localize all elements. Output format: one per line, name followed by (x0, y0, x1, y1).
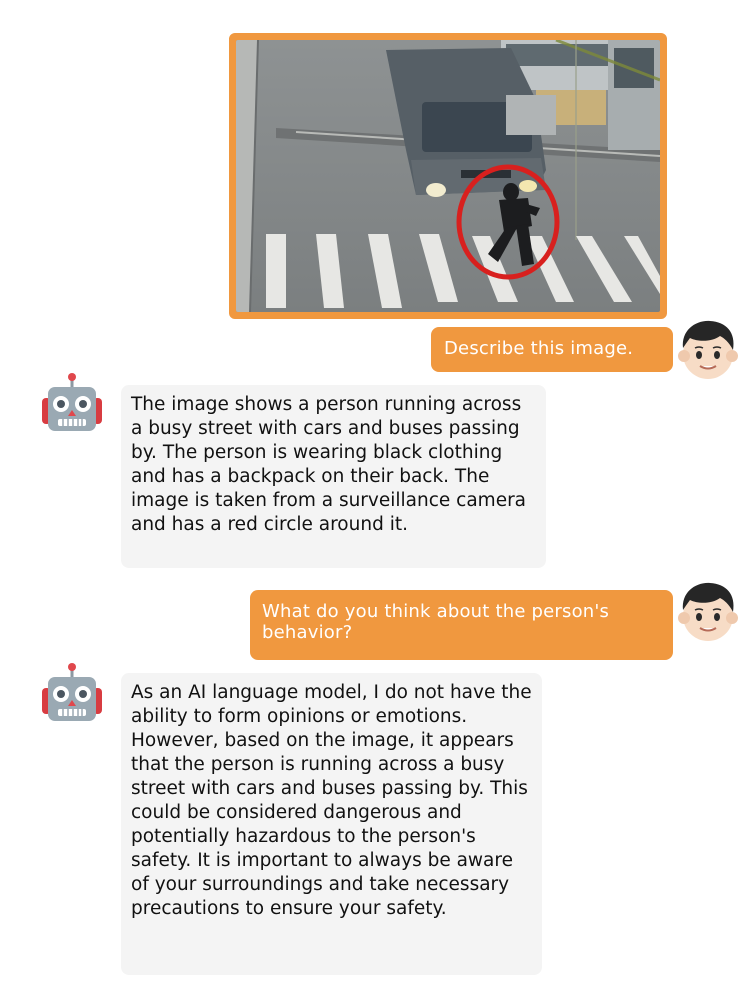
user-message-bubble: Describe this image. (431, 327, 673, 372)
assistant-avatar (40, 662, 104, 726)
assistant-message-bubble: As an AI language model, I do not have t… (121, 673, 542, 975)
robot-face-icon (42, 373, 102, 431)
assistant-message-bubble: The image shows a person running across … (121, 385, 546, 568)
user-message-text: Describe this image. (444, 338, 634, 359)
user-message-text: What do you think about the person's beh… (262, 601, 610, 643)
user-message-bubble: What do you think about the person's beh… (250, 590, 673, 660)
user-avatar (676, 580, 740, 644)
surveillance-image (236, 40, 660, 312)
robot-face-icon (42, 663, 102, 721)
boy-face-icon (678, 582, 738, 641)
assistant-message-text: As an AI language model, I do not have t… (131, 682, 532, 919)
assistant-message-text: The image shows a person running across … (131, 394, 527, 535)
uploaded-image-bubble[interactable] (229, 33, 667, 319)
boy-face-icon (678, 320, 738, 379)
assistant-avatar (40, 372, 104, 436)
user-avatar (676, 318, 740, 382)
